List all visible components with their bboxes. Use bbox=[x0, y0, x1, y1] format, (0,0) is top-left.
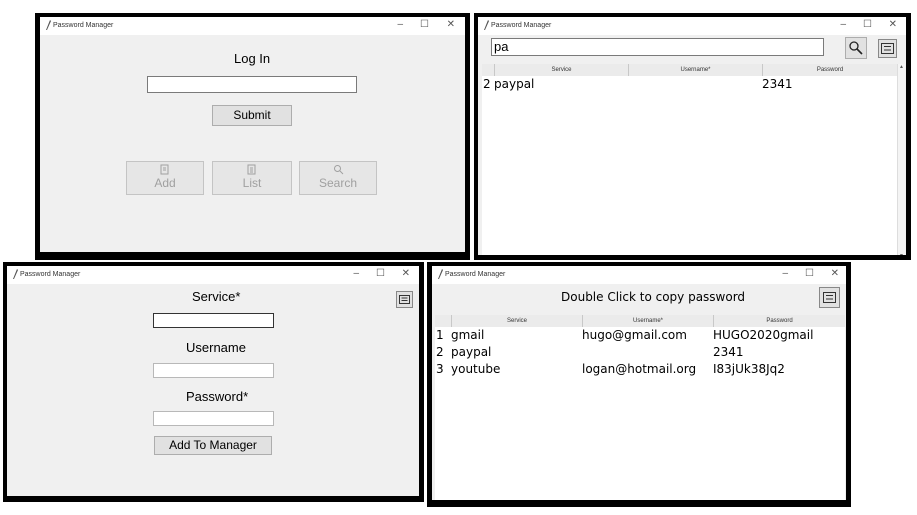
add-window: Password Manager – ☐ ✕ Service* Username… bbox=[3, 262, 424, 502]
scrollbar[interactable]: ▲ ▼ bbox=[897, 64, 905, 255]
column-header-service[interactable]: Service bbox=[494, 64, 628, 76]
window-title: Password Manager bbox=[53, 22, 114, 29]
column-header-password[interactable]: Password bbox=[713, 315, 845, 327]
table-body: 2 paypal 2341 bbox=[482, 76, 897, 255]
submit-label: Submit bbox=[233, 108, 271, 122]
title-bar: Password Manager – ☐ ✕ bbox=[40, 17, 465, 35]
list-icon bbox=[247, 164, 256, 175]
table-row[interactable]: 1 gmail hugo@gmail.com HUGO2020gmail bbox=[435, 328, 845, 345]
row-password: 2341 bbox=[713, 345, 744, 359]
feather-icon bbox=[13, 269, 18, 279]
feather-icon bbox=[438, 269, 443, 279]
close-button[interactable]: ✕ bbox=[402, 268, 410, 279]
row-password: I83jUk38Jq2 bbox=[713, 362, 785, 376]
login-heading: Log In bbox=[234, 51, 271, 66]
password-input[interactable] bbox=[153, 411, 274, 426]
add-to-manager-label: Add To Manager bbox=[169, 438, 257, 452]
search-window: Password Manager – ☐ ✕ pa Service Userna… bbox=[474, 13, 911, 260]
scroll-up-arrow[interactable]: ▲ bbox=[898, 64, 905, 71]
add-client: Password Manager – ☐ ✕ Service* Username… bbox=[7, 266, 419, 496]
search-button[interactable]: Search bbox=[299, 161, 377, 195]
minimize-button[interactable]: – bbox=[353, 268, 359, 279]
table-body: 1 gmail hugo@gmail.com HUGO2020gmail 2 p… bbox=[435, 327, 845, 500]
row-index: 3 bbox=[436, 362, 444, 376]
back-button[interactable] bbox=[819, 287, 840, 308]
row-service: gmail bbox=[451, 328, 485, 342]
title-bar: Password Manager – ☐ ✕ bbox=[7, 266, 419, 284]
scroll-down-arrow[interactable]: ▼ bbox=[898, 253, 905, 255]
service-label: Service* bbox=[192, 289, 241, 304]
column-header-service[interactable]: Service bbox=[451, 315, 582, 327]
row-service: youtube bbox=[451, 362, 501, 376]
service-input[interactable] bbox=[153, 313, 274, 328]
search-submit-button[interactable] bbox=[845, 37, 867, 59]
back-icon bbox=[881, 43, 894, 54]
title-bar: Password Manager – ☐ ✕ bbox=[432, 266, 846, 284]
close-button[interactable]: ✕ bbox=[447, 19, 455, 30]
minimize-button[interactable]: – bbox=[840, 19, 846, 30]
feather-icon bbox=[46, 20, 51, 30]
list-heading: Double Click to copy password bbox=[561, 290, 746, 304]
window-title: Password Manager bbox=[445, 271, 506, 278]
password-label: Password* bbox=[186, 389, 249, 404]
minimize-button[interactable]: – bbox=[397, 19, 403, 30]
list-client: Password Manager – ☐ ✕ Double Click to c… bbox=[432, 266, 846, 500]
close-button[interactable]: ✕ bbox=[889, 19, 897, 30]
add-body: Service* Username Password* Add To Manag… bbox=[7, 284, 419, 496]
row-username: hugo@gmail.com bbox=[582, 328, 687, 342]
maximize-button[interactable]: ☐ bbox=[376, 268, 385, 279]
list-button[interactable]: List bbox=[212, 161, 292, 195]
column-header-username[interactable]: Username* bbox=[628, 64, 762, 76]
window-title: Password Manager bbox=[20, 271, 81, 278]
search-query: pa bbox=[494, 39, 509, 54]
list-label: List bbox=[242, 176, 262, 190]
login-client: Password Manager – ☐ ✕ Log In Submit Add… bbox=[40, 17, 465, 252]
row-index: 2 bbox=[436, 345, 444, 359]
row-service: paypal bbox=[451, 345, 492, 359]
back-icon bbox=[823, 292, 836, 303]
add-label: Add bbox=[154, 176, 176, 190]
back-button[interactable] bbox=[396, 291, 413, 308]
login-body: Log In Submit Add List Search bbox=[40, 35, 465, 252]
list-window: Password Manager – ☐ ✕ Double Click to c… bbox=[427, 262, 851, 507]
minimize-button[interactable]: – bbox=[782, 268, 788, 279]
row-password: HUGO2020gmail bbox=[713, 328, 814, 342]
password-input[interactable] bbox=[147, 76, 357, 93]
back-button[interactable] bbox=[878, 39, 897, 58]
row-username: logan@hotmail.org bbox=[582, 362, 697, 376]
search-client: Password Manager – ☐ ✕ pa Service Userna… bbox=[478, 17, 906, 255]
username-label: Username bbox=[186, 340, 246, 355]
add-document-icon bbox=[160, 164, 169, 175]
maximize-button[interactable]: ☐ bbox=[420, 19, 429, 30]
row-password: 2341 bbox=[762, 77, 793, 91]
row-service: paypal bbox=[494, 77, 535, 91]
list-body: Double Click to copy password Service Us… bbox=[432, 284, 846, 500]
row-index: 2 bbox=[483, 77, 491, 91]
column-header-password[interactable]: Password bbox=[762, 64, 897, 76]
add-to-manager-button[interactable]: Add To Manager bbox=[154, 436, 272, 455]
back-icon bbox=[399, 295, 410, 304]
login-window: Password Manager – ☐ ✕ Log In Submit Add… bbox=[35, 13, 470, 260]
search-body: pa Service Username* Password 2 paypal 2… bbox=[478, 35, 906, 255]
table-row[interactable]: 3 youtube logan@hotmail.org I83jUk38Jq2 bbox=[435, 362, 845, 379]
username-input[interactable] bbox=[153, 363, 274, 378]
table-row[interactable]: 2 paypal 2341 bbox=[435, 345, 845, 362]
search-icon bbox=[334, 165, 344, 175]
feather-icon bbox=[484, 20, 489, 30]
search-label: Search bbox=[318, 176, 358, 190]
close-button[interactable]: ✕ bbox=[831, 268, 839, 279]
search-input[interactable]: pa bbox=[491, 38, 824, 56]
maximize-button[interactable]: ☐ bbox=[805, 268, 814, 279]
column-header-username[interactable]: Username* bbox=[582, 315, 713, 327]
row-index: 1 bbox=[436, 328, 444, 342]
search-icon bbox=[849, 41, 863, 55]
table-row[interactable]: 2 paypal 2341 bbox=[482, 77, 897, 94]
title-bar: Password Manager – ☐ ✕ bbox=[478, 17, 906, 35]
add-button[interactable]: Add bbox=[126, 161, 204, 195]
submit-button[interactable]: Submit bbox=[212, 105, 292, 126]
window-title: Password Manager bbox=[491, 22, 552, 29]
maximize-button[interactable]: ☐ bbox=[863, 19, 872, 30]
